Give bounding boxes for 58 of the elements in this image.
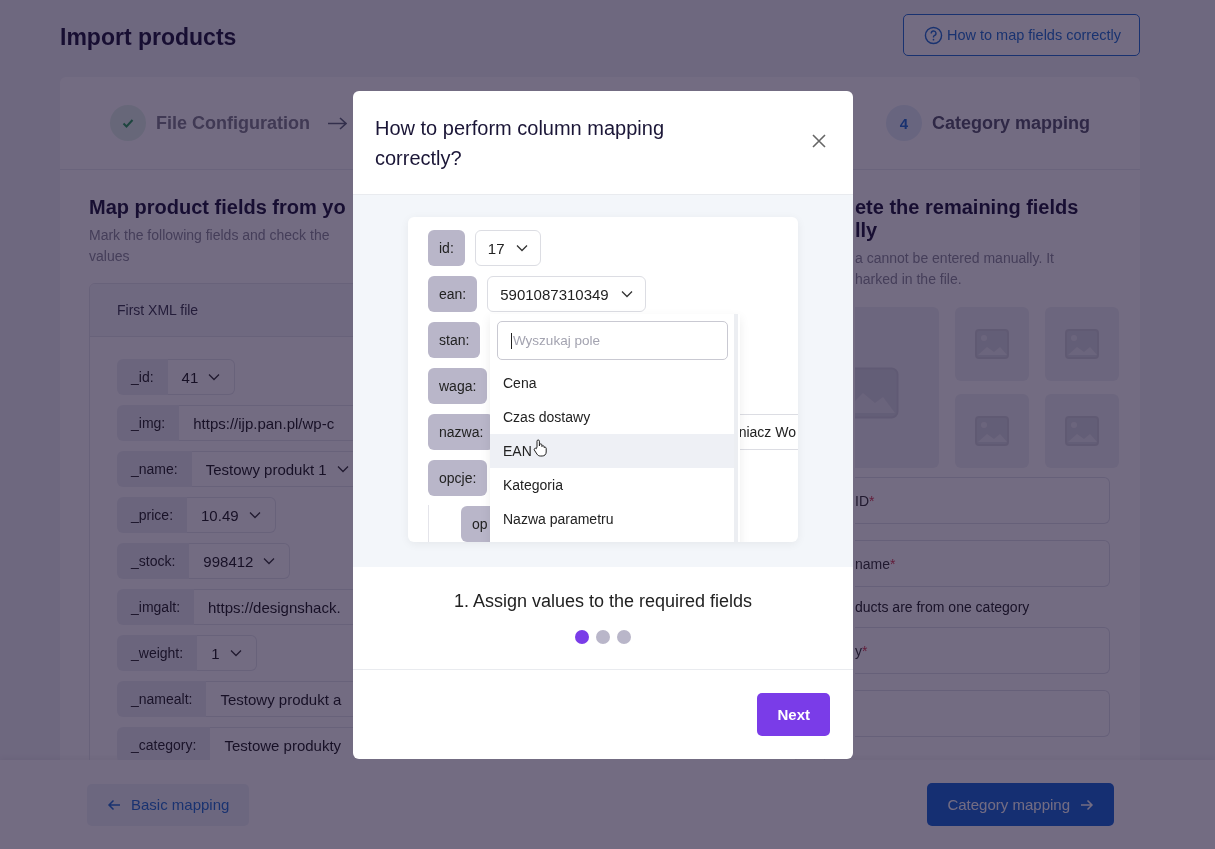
pagination-dot[interactable] bbox=[575, 630, 589, 644]
step-number: 4 bbox=[885, 105, 922, 141]
chevron-down-icon bbox=[336, 465, 349, 473]
section-heading: ete the remaining fields lly bbox=[855, 196, 1080, 242]
checkbox-label: ducts are from one category bbox=[855, 599, 1031, 615]
input-field[interactable]: y* bbox=[855, 627, 1110, 674]
input-field[interactable]: ID* bbox=[855, 477, 1110, 524]
back-button[interactable]: Basic mapping bbox=[87, 783, 250, 826]
chevron-down-icon bbox=[248, 511, 261, 519]
arrow-left-icon bbox=[107, 798, 121, 811]
next-step-button[interactable]: Category mapping bbox=[927, 783, 1114, 826]
field-label: waga: bbox=[428, 368, 488, 404]
hand-cursor-icon bbox=[532, 439, 547, 457]
field-label: _namealt: bbox=[117, 681, 207, 717]
step-caption: 1. Assign values to the required fields bbox=[453, 591, 753, 612]
field-label: _weight: bbox=[117, 635, 198, 671]
dropdown-option[interactable]: Kategoria bbox=[490, 468, 721, 502]
value-dropdown[interactable]: 1 bbox=[197, 635, 257, 671]
search-field[interactable]: Wyszukaj pole bbox=[497, 321, 728, 360]
chevron-down-icon bbox=[263, 557, 276, 565]
field-label: _stock: bbox=[117, 543, 190, 579]
field-label: _price: bbox=[117, 497, 188, 533]
value-dropdown[interactable]: 17 bbox=[474, 230, 542, 266]
help-button[interactable]: How to map fields correctly bbox=[902, 14, 1140, 56]
field-label: _imgalt: bbox=[117, 589, 195, 625]
field-label: stan: bbox=[428, 322, 481, 358]
dropdown-option[interactable]: Cena bbox=[490, 366, 721, 400]
close-icon bbox=[811, 133, 827, 149]
next-button[interactable]: Next bbox=[757, 693, 830, 736]
pagination-dot[interactable] bbox=[596, 630, 610, 644]
field-label: _name: bbox=[117, 451, 192, 487]
dropdown-option[interactable]: EAN bbox=[490, 434, 734, 468]
field-label: name* bbox=[855, 555, 896, 572]
value-dropdown[interactable]: 10.49 bbox=[187, 497, 276, 533]
section-heading: Map product fields from yo bbox=[89, 196, 346, 219]
field-label: _img: bbox=[117, 405, 180, 441]
field-label: y* bbox=[855, 642, 868, 659]
field-label: _category: bbox=[117, 727, 211, 760]
step-label: Category mapping bbox=[931, 112, 1090, 134]
value-dropdown[interactable]: 5901087310349 bbox=[487, 276, 646, 312]
modal-title: How to perform column mapping correctly? bbox=[375, 116, 665, 171]
chevron-down-icon bbox=[516, 244, 529, 252]
chevron-down-icon bbox=[229, 649, 242, 657]
chevron-down-icon bbox=[620, 290, 633, 298]
field-label: ID* bbox=[855, 492, 875, 509]
input-field[interactable]: name* bbox=[855, 540, 1110, 587]
arrow-right-icon bbox=[1080, 798, 1094, 811]
field-label: id: bbox=[428, 230, 465, 266]
field-label: opcje: bbox=[428, 460, 488, 496]
arrow-right-icon bbox=[328, 116, 347, 130]
pagination-dot[interactable] bbox=[617, 630, 631, 644]
value-dropdown[interactable]: 998412 bbox=[189, 543, 291, 579]
field-label: ean: bbox=[428, 276, 478, 312]
field-label: _id: bbox=[117, 359, 168, 395]
chevron-down-icon bbox=[208, 373, 221, 381]
page-title: Import products bbox=[60, 24, 237, 51]
value-dropdown[interactable]: 41 bbox=[167, 359, 236, 395]
question-icon bbox=[923, 25, 943, 45]
